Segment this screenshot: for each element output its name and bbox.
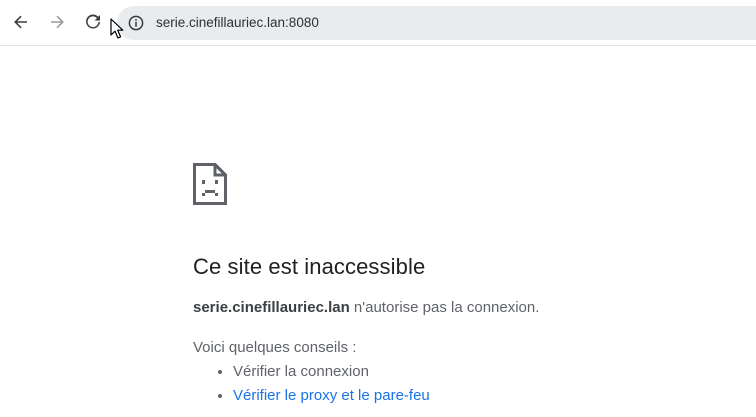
info-icon bbox=[128, 15, 144, 31]
tips-heading: Voici quelques conseils : bbox=[193, 339, 357, 356]
tip-check-proxy-firewall-label[interactable]: Vérifier le proxy et le pare-feu bbox=[233, 387, 430, 404]
tip-check-connection: Vérifier la connexion bbox=[233, 362, 430, 386]
error-message-text: n'autorise pas la connexion. bbox=[349, 299, 540, 316]
address-bar[interactable]: serie.cinefillauriec.lan:8080 bbox=[117, 6, 756, 40]
forward-button[interactable] bbox=[42, 7, 72, 37]
page-title: Ce site est inaccessible bbox=[193, 254, 426, 279]
arrow-right-icon bbox=[51, 15, 64, 29]
arrow-left-icon bbox=[14, 15, 27, 29]
mouse-cursor-icon bbox=[110, 18, 124, 39]
sad-page-icon bbox=[193, 163, 227, 205]
error-message: serie.cinefillauriec.lan n'autorise pas … bbox=[193, 299, 539, 316]
tips-list: Vérifier la connexion Vérifier le proxy … bbox=[193, 362, 430, 410]
url-text[interactable]: serie.cinefillauriec.lan:8080 bbox=[156, 15, 319, 31]
tip-check-connection-label: Vérifier la connexion bbox=[233, 363, 369, 380]
back-button[interactable] bbox=[6, 7, 36, 37]
site-info-button[interactable] bbox=[123, 10, 149, 36]
reload-button[interactable] bbox=[78, 7, 108, 37]
tip-check-proxy-firewall-link[interactable]: Vérifier le proxy et le pare-feu bbox=[233, 386, 430, 410]
browser-toolbar: serie.cinefillauriec.lan:8080 bbox=[0, 0, 756, 46]
error-host: serie.cinefillauriec.lan bbox=[193, 299, 350, 316]
reload-icon bbox=[86, 14, 100, 29]
